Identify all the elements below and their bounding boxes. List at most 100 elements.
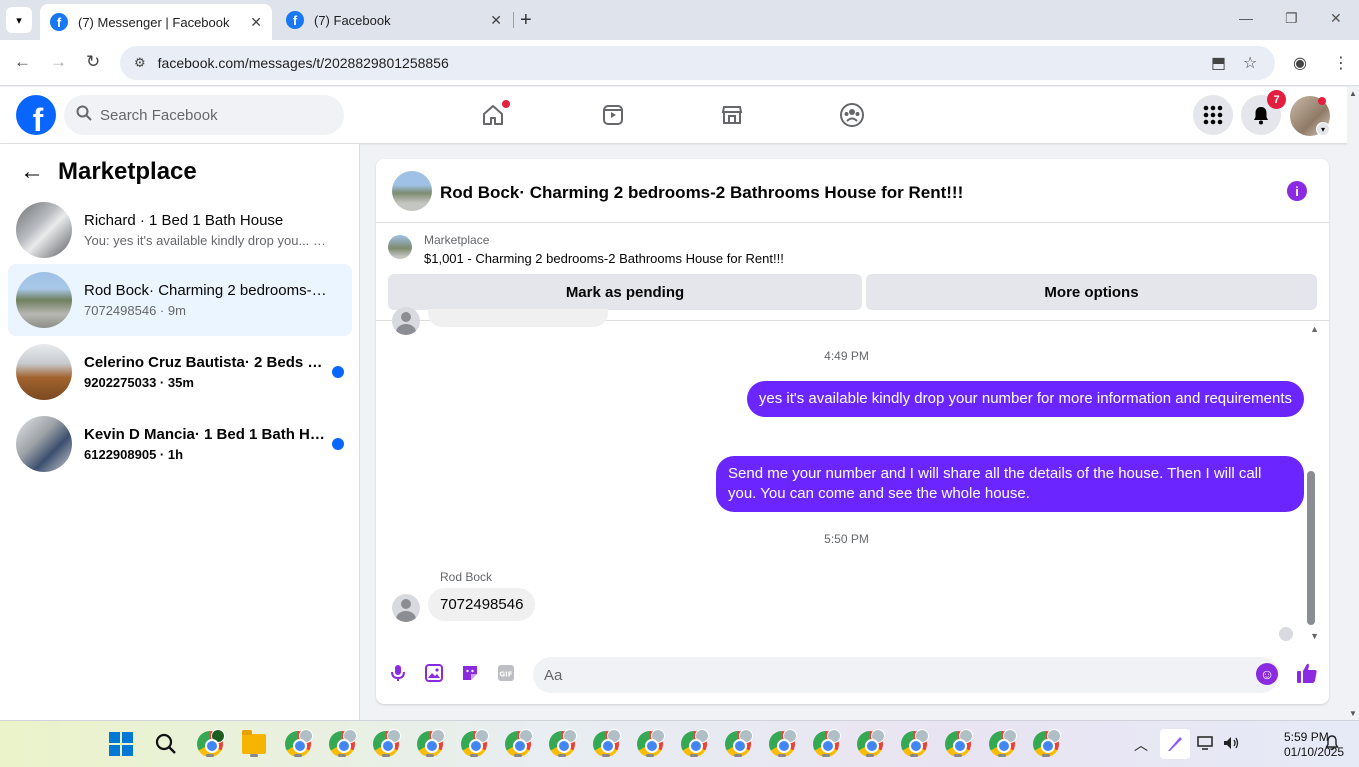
tab-messenger[interactable]: f (7) Messenger | Facebook ✕ (40, 4, 272, 40)
conversation-preview: 6122908905 · 1h (84, 447, 184, 462)
chat-header: Rod Bock· Charming 2 bedrooms-2 Bathroom… (376, 159, 1329, 223)
url-omnibox[interactable]: ⚙ facebook.com/messages/t/20288298012588… (120, 46, 1275, 80)
menu-grid-icon[interactable] (1193, 95, 1233, 135)
conversation-item[interactable]: Kevin D Mancia· 1 Bed 1 Bath House 61229… (8, 408, 352, 480)
chrome-taskbar-icon[interactable] (1031, 729, 1061, 759)
search-input[interactable]: Search Facebook (64, 95, 344, 135)
volume-icon[interactable] (1222, 735, 1240, 754)
sender-avatar[interactable] (392, 594, 420, 622)
chat-scrollbar-thumb[interactable] (1307, 471, 1315, 625)
chrome-taskbar-icon[interactable] (591, 729, 621, 759)
notification-center-bell-icon[interactable] (1324, 735, 1340, 754)
chrome-taskbar-icon[interactable] (723, 729, 753, 759)
back-arrow-icon[interactable]: ← (14, 52, 31, 72)
back-arrow-icon[interactable]: ← (20, 158, 44, 186)
photo-icon[interactable] (424, 663, 444, 683)
bookmark-star-icon[interactable]: ☆ (1243, 53, 1257, 73)
pen-icon[interactable] (1160, 729, 1190, 759)
thumbs-up-icon[interactable] (1296, 662, 1318, 690)
account-chevron-icon[interactable]: ▾ (1316, 122, 1330, 136)
chrome-taskbar-icon[interactable] (415, 729, 445, 759)
clock-time: 5:59 PM (1284, 730, 1329, 744)
microphone-icon[interactable] (388, 663, 408, 683)
chrome-taskbar-icon[interactable] (899, 729, 929, 759)
tab-search-chevron-icon[interactable]: ▾ (6, 7, 32, 33)
tab-facebook[interactable]: f (7) Facebook ✕ (276, 4, 512, 36)
listing-thumbnail[interactable] (388, 235, 412, 259)
listing-title[interactable]: $1,001 - Charming 2 bedrooms-2 Bathrooms… (424, 251, 784, 266)
facebook-logo-icon[interactable]: f (16, 95, 56, 135)
windows-start-icon[interactable] (106, 729, 136, 759)
install-app-icon[interactable]: ⬒ (1211, 53, 1226, 73)
chrome-taskbar-icon[interactable] (943, 729, 973, 759)
outgoing-message[interactable]: yes it's available kindly drop your numb… (746, 381, 1304, 417)
message-input[interactable]: Aa (533, 657, 1279, 693)
tab-close-icon[interactable]: ✕ (490, 12, 502, 29)
search-placeholder: Search Facebook (100, 106, 218, 124)
conversation-item[interactable]: Celerino Cruz Bautista· 2 Beds 2 Baths H… (8, 336, 352, 408)
sidebar-title: Marketplace (58, 158, 197, 185)
chrome-taskbar-icon[interactable] (679, 729, 709, 759)
system-clock[interactable]: 5:59 PM 01/10/2025 (1284, 730, 1345, 760)
incoming-message[interactable]: 7072498546 (428, 588, 536, 621)
clock-date: 01/10/2025 (1284, 745, 1345, 759)
conversation-name: Richard · 1 Bed 1 Bath House (84, 212, 284, 229)
chrome-taskbar-icon[interactable] (459, 729, 489, 759)
facebook-favicon-icon: f (286, 11, 304, 29)
tab-title: (7) Facebook (314, 12, 391, 28)
reload-icon[interactable]: ↻ (86, 52, 100, 72)
profile-icon[interactable]: ◉ (1293, 53, 1307, 73)
outgoing-message[interactable]: Send me your number and I will share all… (716, 456, 1304, 512)
chat-avatar[interactable] (392, 171, 432, 211)
new-tab-icon[interactable]: + (520, 9, 532, 32)
chrome-taskbar-icon[interactable] (195, 729, 225, 759)
network-icon[interactable] (1197, 735, 1215, 754)
site-settings-icon[interactable]: ⚙ (134, 55, 146, 71)
address-bar: ← → ↻ ⚙ facebook.com/messages/t/20288298… (0, 40, 1359, 86)
more-options-button[interactable]: More options (866, 274, 1317, 310)
page-scroll-down-icon[interactable]: ▼ (1349, 709, 1357, 718)
emoji-icon[interactable]: ☺ (1256, 663, 1278, 685)
gif-icon[interactable]: GIF (496, 663, 516, 683)
scroll-up-icon[interactable]: ▲ (1310, 324, 1319, 334)
groups-icon[interactable] (838, 101, 866, 129)
page-scrollbar[interactable]: ▲ ▼ (1347, 87, 1359, 720)
page-scroll-up-icon[interactable]: ▲ (1349, 89, 1357, 98)
show-hidden-icons-chevron-icon[interactable]: ︿ (1134, 735, 1148, 755)
message-input-placeholder: Aa (544, 666, 563, 684)
file-explorer-icon[interactable] (239, 729, 269, 759)
unread-dot (332, 366, 344, 378)
conversation-item-selected[interactable]: Rod Bock· Charming 2 bedrooms-2 Bathroom… (8, 264, 352, 336)
sender-name: Rod Bock (440, 570, 493, 584)
search-icon[interactable] (151, 729, 181, 759)
mark-as-pending-button[interactable]: Mark as pending (388, 274, 862, 310)
chat-title[interactable]: Rod Bock· Charming 2 bedrooms-2 Bathroom… (440, 183, 963, 203)
tab-close-icon[interactable]: ✕ (250, 14, 262, 31)
info-icon[interactable]: i (1287, 181, 1307, 201)
scroll-down-icon[interactable]: ▼ (1310, 631, 1319, 641)
chrome-taskbar-icon[interactable] (811, 729, 841, 759)
chrome-taskbar-icon[interactable] (767, 729, 797, 759)
chrome-taskbar-icon[interactable] (503, 729, 533, 759)
sticker-icon[interactable] (460, 663, 480, 683)
chrome-taskbar-icon[interactable] (327, 729, 357, 759)
minimize-icon[interactable]: — (1239, 10, 1253, 26)
forward-arrow-icon[interactable]: → (50, 52, 67, 72)
browser-menu-icon[interactable]: ⋮ (1333, 53, 1349, 73)
marketplace-icon[interactable] (718, 101, 746, 129)
message-composer: GIF Aa ☺ (376, 649, 1329, 704)
conversation-preview: 7072498546 · 9m (84, 303, 186, 318)
chrome-taskbar-icon[interactable] (283, 729, 313, 759)
conversation-item[interactable]: Richard · 1 Bed 1 Bath House You: yes it… (8, 194, 352, 266)
chrome-taskbar-icon[interactable] (635, 729, 665, 759)
chrome-taskbar-icon[interactable] (371, 729, 401, 759)
conversation-preview: 9202275033 · 35m (84, 375, 194, 390)
video-icon[interactable] (599, 101, 627, 129)
chrome-taskbar-icon[interactable] (987, 729, 1017, 759)
restore-icon[interactable]: ❐ (1285, 10, 1298, 27)
chrome-taskbar-icon[interactable] (547, 729, 577, 759)
chrome-taskbar-icon[interactable] (855, 729, 885, 759)
window-close-icon[interactable]: ✕ (1330, 10, 1342, 27)
account-notification-dot (1318, 97, 1326, 105)
sidebar-header: ← Marketplace (20, 158, 197, 186)
